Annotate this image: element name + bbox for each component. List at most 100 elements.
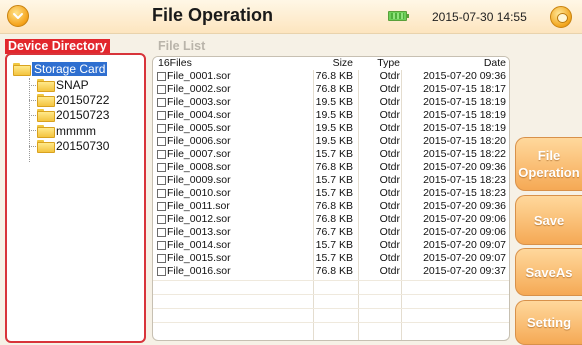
row-checkbox[interactable] bbox=[157, 85, 166, 94]
table-row[interactable]: File_0010.sor 15.7 KB Otdr 2015-07-15 18:23 bbox=[153, 187, 509, 200]
tree-item-label: 20150730 bbox=[56, 138, 110, 153]
row-checkbox[interactable] bbox=[157, 98, 166, 107]
tree-item-folder[interactable]: mmmm bbox=[37, 123, 96, 138]
file-name: File_0001.sor bbox=[167, 70, 231, 82]
row-checkbox[interactable] bbox=[157, 267, 166, 276]
table-row[interactable]: File_0015.sor 15.7 KB Otdr 2015-07-20 09:07 bbox=[153, 252, 509, 265]
file-size: 76.8 KB bbox=[315, 83, 353, 95]
file-size: 15.7 KB bbox=[315, 252, 353, 264]
tree-item-folder[interactable]: 20150722 bbox=[37, 92, 109, 107]
file-type: Otdr bbox=[379, 122, 400, 134]
save-button[interactable]: Save bbox=[515, 195, 582, 245]
file-size: 15.7 KB bbox=[315, 148, 353, 160]
size-column-header[interactable]: Size bbox=[313, 57, 353, 70]
file-size: 19.5 KB bbox=[315, 109, 353, 121]
row-checkbox[interactable] bbox=[157, 163, 166, 172]
file-name: File_0016.sor bbox=[167, 265, 231, 277]
file-name: File_0012.sor bbox=[167, 213, 231, 225]
type-column-header[interactable]: Type bbox=[374, 57, 400, 70]
file-operation-button[interactable]: File Operation bbox=[515, 137, 582, 191]
table-row[interactable]: File_0016.sor 76.8 KB Otdr 2015-07-20 09:37 bbox=[153, 265, 509, 278]
file-name: File_0015.sor bbox=[167, 252, 231, 264]
tree-item-label: mmmm bbox=[56, 123, 96, 138]
file-name: File_0005.sor bbox=[167, 122, 231, 134]
file-type: Otdr bbox=[379, 135, 400, 147]
file-size: 76.7 KB bbox=[315, 226, 353, 238]
file-type: Otdr bbox=[379, 239, 400, 251]
table-header: 16Files Size Type Date bbox=[153, 57, 509, 70]
table-row[interactable]: File_0004.sor 19.5 KB Otdr 2015-07-15 18:19 bbox=[153, 109, 509, 122]
file-date: 2015-07-20 09:36 bbox=[423, 200, 506, 212]
file-type: Otdr bbox=[379, 70, 400, 82]
file-date: 2015-07-15 18:19 bbox=[423, 122, 506, 134]
table-row[interactable]: File_0006.sor 19.5 KB Otdr 2015-07-15 18:20 bbox=[153, 135, 509, 148]
date-column-header[interactable]: Date bbox=[402, 57, 506, 70]
table-row[interactable]: File_0003.sor 19.5 KB Otdr 2015-07-15 18:19 bbox=[153, 96, 509, 109]
row-checkbox[interactable] bbox=[157, 150, 166, 159]
folder-icon bbox=[37, 79, 55, 92]
file-name: File_0010.sor bbox=[167, 187, 231, 199]
save-as-button[interactable]: SaveAs bbox=[515, 248, 582, 296]
file-type: Otdr bbox=[379, 174, 400, 186]
setting-button[interactable]: Setting bbox=[515, 300, 582, 345]
title-bar: File Operation 2015-07-30 14:55 bbox=[0, 0, 582, 34]
tree-item-label: 20150723 bbox=[56, 107, 110, 122]
table-row[interactable]: File_0014.sor 15.7 KB Otdr 2015-07-20 09:07 bbox=[153, 239, 509, 252]
file-type: Otdr bbox=[379, 109, 400, 121]
table-row[interactable]: File_0007.sor 15.7 KB Otdr 2015-07-15 18:22 bbox=[153, 148, 509, 161]
folder-icon bbox=[37, 94, 55, 107]
row-checkbox[interactable] bbox=[157, 189, 166, 198]
row-checkbox[interactable] bbox=[157, 111, 166, 120]
table-row[interactable]: File_0005.sor 19.5 KB Otdr 2015-07-15 18:19 bbox=[153, 122, 509, 135]
file-date: 2015-07-20 09:06 bbox=[423, 226, 506, 238]
directory-tree: Storage Card SNAP 20150722 20150723 mmmm… bbox=[5, 53, 146, 343]
file-name: File_0003.sor bbox=[167, 96, 231, 108]
tree-item-label: Storage Card bbox=[32, 61, 108, 76]
status-icon[interactable] bbox=[550, 6, 572, 28]
table-row[interactable]: File_0012.sor 76.8 KB Otdr 2015-07-20 09:06 bbox=[153, 213, 509, 226]
row-checkbox[interactable] bbox=[157, 137, 166, 146]
file-date: 2015-07-15 18:19 bbox=[423, 96, 506, 108]
file-date: 2015-07-20 09:07 bbox=[423, 252, 506, 264]
file-name: File_0007.sor bbox=[167, 148, 231, 160]
row-checkbox[interactable] bbox=[157, 176, 166, 185]
table-row[interactable]: File_0009.sor 15.7 KB Otdr 2015-07-15 18:23 bbox=[153, 174, 509, 187]
menu-button[interactable] bbox=[7, 5, 29, 27]
row-checkbox[interactable] bbox=[157, 254, 166, 263]
table-row[interactable]: File_0001.sor 76.8 KB Otdr 2015-07-20 09:36 bbox=[153, 70, 509, 83]
file-date: 2015-07-15 18:17 bbox=[423, 83, 506, 95]
file-type: Otdr bbox=[379, 96, 400, 108]
file-type: Otdr bbox=[379, 187, 400, 199]
file-size: 76.8 KB bbox=[315, 161, 353, 173]
file-name: File_0006.sor bbox=[167, 135, 231, 147]
file-size: 19.5 KB bbox=[315, 135, 353, 147]
row-checkbox[interactable] bbox=[157, 228, 166, 237]
file-date: 2015-07-15 18:23 bbox=[423, 174, 506, 186]
folder-icon bbox=[13, 63, 31, 76]
table-row[interactable]: File_0013.sor 76.7 KB Otdr 2015-07-20 09:06 bbox=[153, 226, 509, 239]
file-size: 15.7 KB bbox=[315, 239, 353, 251]
file-name: File_0002.sor bbox=[167, 83, 231, 95]
row-checkbox[interactable] bbox=[157, 124, 166, 133]
table-row[interactable]: File_0008.sor 76.8 KB Otdr 2015-07-20 09:36 bbox=[153, 161, 509, 174]
file-date: 2015-07-15 18:22 bbox=[423, 148, 506, 160]
table-row[interactable]: File_0011.sor 76.8 KB Otdr 2015-07-20 09:36 bbox=[153, 200, 509, 213]
row-checkbox[interactable] bbox=[157, 241, 166, 250]
row-checkbox[interactable] bbox=[157, 215, 166, 224]
folder-icon bbox=[37, 140, 55, 153]
tree-item-folder[interactable]: 20150723 bbox=[37, 107, 109, 122]
tree-item-folder[interactable]: 20150730 bbox=[37, 138, 109, 153]
file-size: 76.8 KB bbox=[315, 213, 353, 225]
tree-item-folder[interactable]: SNAP bbox=[37, 77, 89, 92]
tree-item-label: SNAP bbox=[56, 77, 89, 92]
file-date: 2015-07-20 09:06 bbox=[423, 213, 506, 225]
file-date: 2015-07-15 18:20 bbox=[423, 135, 506, 147]
row-checkbox[interactable] bbox=[157, 202, 166, 211]
row-checkbox[interactable] bbox=[157, 72, 166, 81]
table-row[interactable]: File_0002.sor 76.8 KB Otdr 2015-07-15 18:17 bbox=[153, 83, 509, 96]
file-date: 2015-07-20 09:07 bbox=[423, 239, 506, 251]
file-name: File_0004.sor bbox=[167, 109, 231, 121]
tree-item-storage-card[interactable]: Storage Card bbox=[13, 61, 108, 76]
file-date: 2015-07-15 18:19 bbox=[423, 109, 506, 121]
file-type: Otdr bbox=[379, 213, 400, 225]
